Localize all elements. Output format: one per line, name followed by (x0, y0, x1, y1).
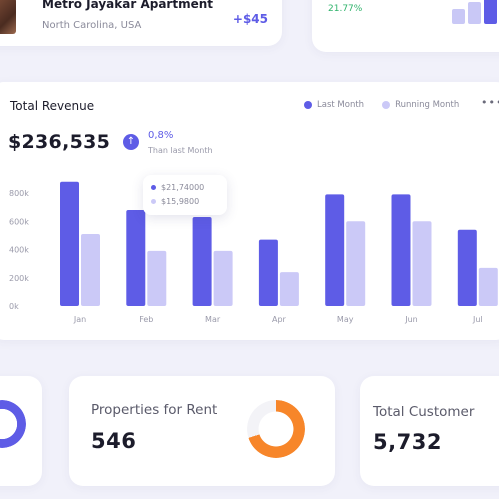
y-tick-label: 800k (9, 189, 29, 198)
y-tick-label: 0k (9, 302, 19, 311)
bar-last-month[interactable] (60, 181, 79, 306)
bar-last-month[interactable] (126, 209, 146, 306)
bar-running-month[interactable] (346, 221, 366, 306)
chart-tooltip: $21,74000 $15,9800 (143, 175, 227, 215)
x-tick-label: Jun (404, 315, 418, 324)
tooltip-row-last: $21,74000 (151, 183, 204, 192)
tooltip-dot-icon (151, 185, 156, 190)
x-tick-label: Jan (73, 315, 86, 324)
y-tick-label: 200k (9, 274, 29, 283)
apartment-amount: +$45 (232, 12, 268, 26)
bar-last-month[interactable] (325, 194, 345, 306)
customer-label: Total Customer (373, 404, 475, 420)
tooltip-row-running: $15,9800 (151, 197, 199, 206)
bar-running-month[interactable] (81, 233, 100, 306)
customer-value: 5,732 (373, 430, 442, 454)
bar-running-month[interactable] (478, 267, 498, 306)
bar-running-month[interactable] (279, 272, 299, 306)
bar-last-month[interactable] (192, 217, 212, 306)
tooltip-value: $21,74000 (161, 183, 205, 192)
y-tick-label: 600k (9, 217, 29, 226)
x-tick-label: Mar (205, 315, 221, 324)
mini-bar (468, 2, 481, 24)
bar-last-month[interactable] (391, 194, 411, 306)
bar-running-month[interactable] (147, 250, 167, 306)
total-revenue-card: Total Revenue Last Month Running Month •… (0, 82, 499, 340)
mini-bar (484, 0, 497, 24)
apartment-card[interactable]: Metro Jayakar Apartment North Carolina, … (0, 0, 282, 46)
y-tick-label: 400k (9, 246, 29, 255)
x-tick-label: May (337, 315, 354, 324)
mini-bar-chart (452, 0, 497, 24)
bar-running-month[interactable] (412, 221, 432, 306)
mini-bar (452, 9, 465, 24)
x-tick-label: Feb (139, 315, 153, 324)
tooltip-value: $15,9800 (161, 197, 200, 206)
bar-running-month[interactable] (213, 250, 233, 306)
x-tick-label: Apr (272, 315, 287, 324)
summary-card-left (0, 376, 42, 486)
x-tick-label: Jul (472, 315, 483, 324)
properties-donut-chart (247, 400, 305, 458)
growth-percent: 21.77% (328, 4, 363, 14)
properties-label: Properties for Rent (91, 402, 218, 418)
donut-chart-left (0, 400, 26, 448)
apartment-location: North Carolina, USA (42, 20, 142, 31)
properties-value: 546 (91, 429, 137, 453)
apartment-thumbnail (0, 0, 16, 34)
bar-last-month[interactable] (258, 239, 278, 306)
bar-last-month[interactable] (457, 229, 477, 306)
apartment-name: Metro Jayakar Apartment (42, 0, 213, 11)
properties-for-rent-card: Properties for Rent 546 (69, 376, 335, 486)
total-customer-card: Total Customer 5,732 (360, 376, 499, 486)
revenue-bar-chart: 800k 600k 400k 200k 0k Jan Feb Mar Apr May Jun Jul (9, 181, 498, 324)
tooltip-dot-icon (151, 199, 156, 204)
growth-card: 21.77% (312, 0, 499, 52)
